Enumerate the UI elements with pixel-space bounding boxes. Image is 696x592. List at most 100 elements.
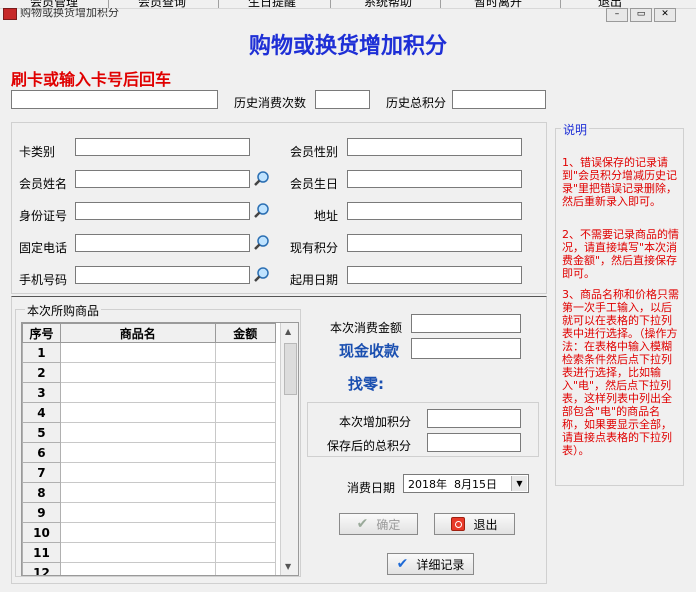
amount-cell[interactable] [214, 442, 277, 463]
product-name-cell[interactable] [59, 502, 216, 523]
amount-field[interactable] [411, 314, 521, 333]
amount-cell[interactable] [214, 342, 277, 363]
col-seq[interactable]: 序号 [22, 323, 61, 343]
table-row: 2 [22, 362, 277, 383]
menu-separator [330, 0, 331, 8]
product-name-cell[interactable] [59, 442, 216, 463]
menu-separator [218, 0, 219, 8]
mobile-field[interactable] [75, 266, 250, 284]
cash-field[interactable] [411, 338, 521, 359]
start-date-label: 起用日期 [290, 273, 339, 287]
table-scrollbar[interactable]: ▲ ▼ [280, 323, 298, 575]
amount-cell[interactable] [214, 542, 277, 563]
amount-cell[interactable] [214, 422, 277, 443]
mobile-label: 手机号码 [19, 273, 68, 287]
history-points-field[interactable] [452, 90, 546, 109]
product-name-cell[interactable] [59, 362, 216, 383]
product-name-cell[interactable] [59, 422, 216, 443]
amount-cell[interactable] [214, 502, 277, 523]
goods-table[interactable]: 序号 商品名 金额 1 2 3 4 5 6 7 8 9 10 11 12 ▲ ▼ [21, 322, 299, 576]
menu-separator [560, 0, 561, 8]
app-icon [3, 8, 17, 20]
table-row: 5 [22, 422, 277, 443]
scroll-up-icon[interactable]: ▲ [285, 327, 291, 336]
product-name-cell[interactable] [59, 342, 216, 363]
product-name-cell[interactable] [59, 482, 216, 503]
table-row: 1 [22, 342, 277, 363]
history-count-label: 历史消费次数 [234, 96, 307, 110]
amount-cell[interactable] [214, 362, 277, 383]
restore-icon[interactable]: ▭ [630, 8, 652, 22]
row-number: 10 [22, 522, 61, 543]
row-number: 6 [22, 442, 61, 463]
table-row: 3 [22, 382, 277, 403]
phone-field[interactable] [75, 234, 250, 252]
product-name-cell[interactable] [59, 382, 216, 403]
row-number: 7 [22, 462, 61, 483]
product-name-cell[interactable] [59, 402, 216, 423]
product-name-cell[interactable] [59, 542, 216, 563]
search-icon[interactable] [253, 202, 271, 220]
row-number: 3 [22, 382, 61, 403]
start-date-field[interactable] [347, 266, 522, 284]
gender-field[interactable] [347, 138, 522, 156]
amount-cell[interactable] [214, 562, 277, 575]
product-name-cell[interactable] [59, 462, 216, 483]
amount-cell[interactable] [214, 482, 277, 503]
page-title: 购物或换货增加积分 [248, 34, 447, 59]
check-icon: ✔ [356, 516, 369, 532]
exit-button[interactable]: 退出 [434, 513, 515, 535]
exit-label: 退出 [473, 517, 498, 532]
close-icon[interactable]: ✕ [654, 8, 676, 22]
scroll-thumb[interactable] [284, 343, 297, 395]
added-points-field[interactable] [427, 409, 521, 428]
amount-cell[interactable] [214, 462, 277, 483]
col-product-name[interactable]: 商品名 [59, 323, 216, 343]
cash-label: 现金收款 [339, 342, 400, 360]
member-name-label: 会员姓名 [19, 177, 68, 191]
member-name-field[interactable] [75, 170, 250, 188]
gender-label: 会员性别 [290, 145, 339, 159]
card-type-field[interactable] [75, 138, 250, 156]
confirm-label: 确定 [376, 517, 401, 532]
details-button[interactable]: ✔ 详细记录 [387, 553, 474, 575]
product-name-cell[interactable] [59, 522, 216, 543]
history-count-field[interactable] [315, 90, 370, 109]
row-number: 8 [22, 482, 61, 503]
details-label: 详细记录 [416, 557, 465, 572]
col-amount[interactable]: 金额 [214, 323, 277, 343]
date-value: 2018年 8月15日 [408, 477, 497, 491]
phone-label: 固定电话 [19, 241, 68, 255]
saved-total-field[interactable] [427, 433, 521, 452]
window-titlebar: 购物或换货增加积分 [0, 8, 696, 22]
amount-cell[interactable] [214, 382, 277, 403]
goods-caption: 本次所购商品 [25, 302, 102, 319]
product-name-cell[interactable] [59, 562, 216, 575]
minimize-icon[interactable]: – [606, 8, 628, 22]
note-3: 3、商品名称和价格只需第一次手工输入，以后就可以在表格的下拉列表中进行选择。（操… [562, 288, 679, 457]
table-row: 8 [22, 482, 277, 503]
table-row: 7 [22, 462, 277, 483]
confirm-button[interactable]: ✔ 确定 [339, 513, 418, 535]
row-number: 1 [22, 342, 61, 363]
note-1: 1、错误保存的记录请到"会员积分增减历史记录"里把错误记录删除，然后重新录入即可… [562, 156, 678, 208]
note-2: 2、不需要记录商品的情况，请直接填写"本次消费金额"，然后直接保存即可。 [562, 228, 679, 280]
amount-cell[interactable] [214, 402, 277, 423]
address-field[interactable] [347, 202, 522, 220]
history-points-label: 历史总积分 [386, 96, 447, 110]
swipe-card-label: 刷卡或输入卡号后回车 [11, 70, 172, 89]
id-number-field[interactable] [75, 202, 250, 220]
search-icon[interactable] [253, 266, 271, 284]
search-icon[interactable] [253, 170, 271, 188]
card-number-input[interactable] [11, 90, 218, 109]
search-icon[interactable] [253, 234, 271, 252]
chevron-down-icon[interactable]: ▼ [511, 476, 527, 491]
card-type-label: 卡类别 [19, 145, 56, 159]
row-number: 11 [22, 542, 61, 563]
table-row: 10 [22, 522, 277, 543]
scroll-down-icon[interactable]: ▼ [285, 562, 291, 571]
birthday-field[interactable] [347, 170, 522, 188]
amount-cell[interactable] [214, 522, 277, 543]
points-field[interactable] [347, 234, 522, 252]
date-picker[interactable]: 2018年 8月15日 ▼ [403, 474, 529, 493]
